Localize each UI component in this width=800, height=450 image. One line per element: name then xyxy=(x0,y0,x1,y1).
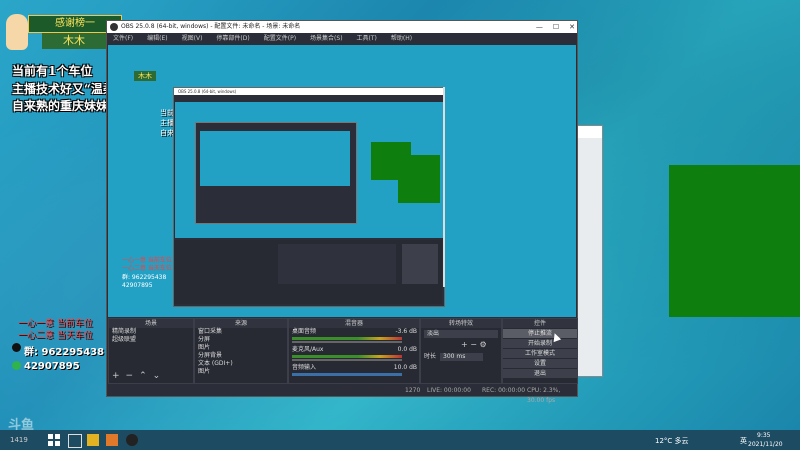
nested-qq2: 42907895 xyxy=(122,282,153,289)
taskbar: 1419 12°C 多云 英 9:35 2021/11/20 xyxy=(0,430,800,450)
mixer-channel-db: -3.6 dB xyxy=(395,328,417,335)
studio-mode-button[interactable]: 工作室模式 xyxy=(503,349,577,358)
fps-counter: 1419 xyxy=(10,436,28,444)
wechat-label: 42907895 xyxy=(24,361,80,372)
scene-item[interactable]: 超级联盟 xyxy=(109,336,193,344)
mixer-channel: 桌面音频 -3.6 dB xyxy=(289,328,419,346)
controls-dock: 控件 停止推流 开始录制 工作室模式 设置 退出 xyxy=(502,318,578,384)
source-item[interactable]: 图片 xyxy=(195,368,287,376)
controls-dock-title: 控件 xyxy=(503,319,577,328)
menu-docks[interactable]: 停靠部件(D) xyxy=(216,33,249,44)
ad-line-3: 自来熟的重庆妹妹 xyxy=(12,99,109,113)
obs-logo-icon xyxy=(110,23,118,31)
transition-add-remove-icons[interactable]: + − ⚙ xyxy=(421,340,501,349)
bitrate-value: 1270 xyxy=(405,387,421,394)
add-scene-icon[interactable]: + xyxy=(112,371,120,381)
mixer-dock: 混音器 桌面音频 -3.6 dB 麦克风/Aux 0.0 dB 音频输入 10.… xyxy=(288,318,420,384)
duration-input[interactable]: 300 ms xyxy=(440,353,484,361)
obs-statusbar: 1270 LIVE: 00:00:00 REC: 00:00:00 CPU: 2… xyxy=(107,386,577,404)
clock-date[interactable]: 2021/11/20 xyxy=(748,441,783,448)
volume-slider[interactable] xyxy=(292,341,402,343)
contact-line-b: 一心二意 当天车位 xyxy=(18,331,93,341)
mixer-meter xyxy=(292,337,402,340)
nested-name: 木木 xyxy=(134,71,156,81)
menu-scene-collection[interactable]: 场景集合(S) xyxy=(310,33,343,44)
move-up-icon[interactable]: ⌃ xyxy=(139,371,147,381)
stop-streaming-button[interactable]: 停止推流 xyxy=(503,329,577,338)
exit-button[interactable]: 退出 xyxy=(503,369,577,378)
nested-window-edge xyxy=(443,87,445,287)
nested-obs-inner xyxy=(195,122,357,224)
green-block-2 xyxy=(669,165,800,317)
mixer-channel-name: 音频输入 xyxy=(292,364,317,371)
obs-taskbar-icon[interactable] xyxy=(126,434,138,446)
obs-preview[interactable]: 当前有1个车位 主播技术好又“温柔” 自来熟的重庆妹妹 木木 一心一意 当前车位… xyxy=(108,45,576,317)
sources-dock-title: 来源 xyxy=(195,319,287,328)
mixer-channel-db: 10.0 dB xyxy=(393,364,417,371)
start-recording-button[interactable]: 开始录制 xyxy=(503,339,577,348)
nested-contact-b: 一心二意 当天车位 xyxy=(122,265,172,272)
transition-select[interactable]: 淡出 xyxy=(424,330,498,338)
mixer-channel: 音频输入 10.0 dB xyxy=(289,364,419,380)
obs-titlebar: OBS 25.0.8 (64-bit, windows) - 配置文件: 未命名… xyxy=(107,21,577,33)
minimize-icon[interactable]: — xyxy=(536,21,543,33)
menu-file[interactable]: 文件(F) xyxy=(113,33,133,44)
weather-widget[interactable]: 12°C 多云 xyxy=(655,436,689,446)
qq-icon xyxy=(12,343,21,352)
windows-start-icon[interactable] xyxy=(48,434,60,446)
qq-group-label: 群: 962295438 xyxy=(24,347,105,358)
mixer-channel-db: 0.0 dB xyxy=(397,346,417,353)
language-indicator[interactable]: 英 xyxy=(740,436,747,446)
transitions-dock: 转场特效 淡出 + − ⚙ 时长 300 ms xyxy=(420,318,502,384)
source-item[interactable]: 分屏 xyxy=(195,336,287,344)
mixer-dock-title: 混音器 xyxy=(289,319,419,328)
scenes-dock: 场景 精简录制 超级联盟 + − ⌃ ⌄ xyxy=(108,318,194,384)
source-item[interactable]: 分屏背景 xyxy=(195,352,287,360)
menu-help[interactable]: 帮助(H) xyxy=(391,33,412,44)
move-down-icon[interactable]: ⌄ xyxy=(153,371,161,381)
nested-qq: 群: 962295438 xyxy=(122,274,167,281)
source-item[interactable]: 图片 xyxy=(195,344,287,352)
source-item[interactable]: 窗口采集 xyxy=(195,328,287,336)
menu-edit[interactable]: 编辑(E) xyxy=(147,33,167,44)
maximize-icon[interactable]: ☐ xyxy=(553,21,559,33)
mixer-meter xyxy=(292,373,402,376)
nested-docks xyxy=(174,240,442,304)
menu-tools[interactable]: 工具(T) xyxy=(357,33,377,44)
cpu-usage: CPU: 2.3%, 30.00 fps xyxy=(527,387,561,404)
live-time: LIVE: 00:00:00 xyxy=(427,387,471,394)
task-view-icon[interactable] xyxy=(68,434,82,448)
wechat-icon xyxy=(12,361,21,370)
mixer-channel-name: 麦克风/Aux xyxy=(292,346,324,353)
clock-time[interactable]: 9:35 xyxy=(757,432,770,439)
settings-button[interactable]: 设置 xyxy=(503,359,577,368)
mixer-meter xyxy=(292,355,402,358)
source-item[interactable]: 文本 (GDI+) xyxy=(195,360,287,368)
transitions-dock-title: 转场特效 xyxy=(421,319,501,328)
remove-scene-icon[interactable]: − xyxy=(126,371,134,381)
obs-window[interactable]: OBS 25.0.8 (64-bit, windows) - 配置文件: 未命名… xyxy=(106,20,578,404)
close-icon[interactable]: ✕ xyxy=(569,21,575,33)
mascot-icon xyxy=(6,14,28,50)
top-fan-name: 木木 xyxy=(42,33,106,49)
obs-title: OBS 25.0.8 (64-bit, windows) - 配置文件: 未命名… xyxy=(121,23,301,30)
nested-obs-title: OBS 25.0.8 (64-bit, windows) xyxy=(174,88,444,95)
sources-dock: 来源 窗口采集 分屏 图片 分屏背景 文本 (GDI+) 图片 xyxy=(194,318,288,384)
app-icon-orange[interactable] xyxy=(106,434,118,446)
scenes-dock-title: 场景 xyxy=(109,319,193,328)
obs-menubar: 文件(F) 编辑(E) 视图(V) 停靠部件(D) 配置文件(P) 场景集合(S… xyxy=(107,33,577,44)
menu-profile[interactable]: 配置文件(P) xyxy=(264,33,296,44)
duration-label: 时长 xyxy=(424,353,437,360)
app-icon-yellow[interactable] xyxy=(87,434,99,446)
volume-slider[interactable] xyxy=(292,359,402,361)
ad-line-1: 当前有1个车位 xyxy=(12,64,93,78)
mixer-channel: 麦克风/Aux 0.0 dB xyxy=(289,346,419,364)
preview-green-block xyxy=(398,155,440,203)
scene-item[interactable]: 精简录制 xyxy=(109,328,193,336)
rec-time: REC: 00:00:00 xyxy=(482,387,526,394)
menu-view[interactable]: 视图(V) xyxy=(182,33,203,44)
mixer-channel-name: 桌面音频 xyxy=(292,328,317,335)
